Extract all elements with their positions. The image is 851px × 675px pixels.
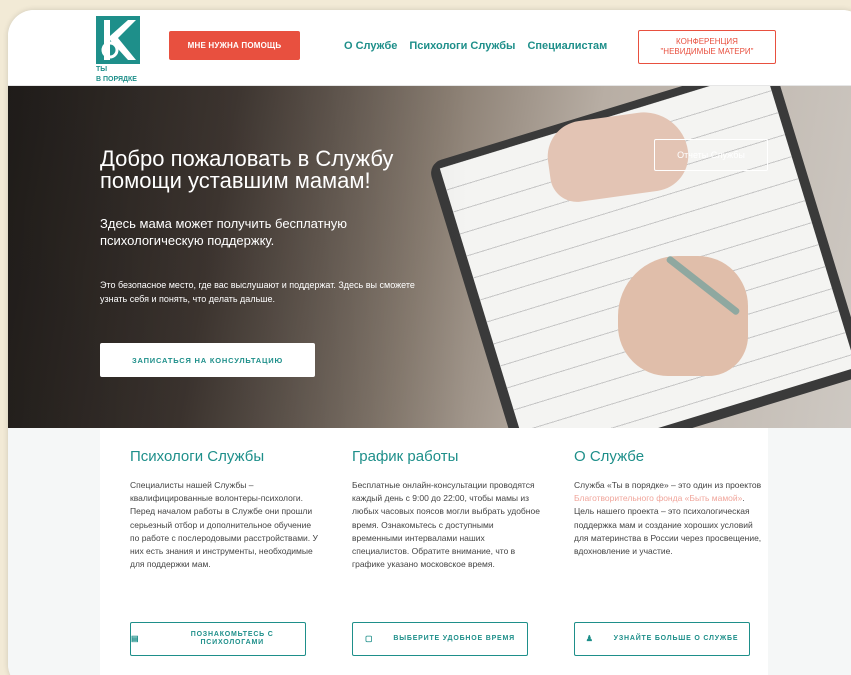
logo[interactable]: ТЫ В ПОРЯДКЕ [96,16,144,84]
conference-button[interactable]: КОНФЕРЕНЦИЯ "НЕВИДИМЫЕ МАТЕРИ" [638,30,776,64]
choose-time-button[interactable]: ▢ ВЫБЕРИТЕ УДОБНОЕ ВРЕМЯ [352,622,528,656]
hero-title: Добро пожаловать в Службу помощи уставши… [100,146,394,193]
nav-item-psychologists[interactable]: Психологи Службы [409,40,515,52]
hero-subtitle: Здесь мама может получить бесплатную пси… [100,216,348,248]
site-header: ТЫ В ПОРЯДКЕ МНЕ НУЖНА ПОМОЩЬ О Службе П… [8,10,851,86]
info-section: Психологи Службы Специалисты нашей Служб… [8,428,851,675]
need-help-button[interactable]: МНЕ НУЖНА ПОМОЩЬ [169,31,300,60]
column-text: Специалисты нашей Службы – квалифицирова… [130,480,318,570]
browser-frame: ТЫ В ПОРЯДКЕ МНЕ НУЖНА ПОМОЩЬ О Службе П… [8,10,851,675]
column-text: Служба «Ты в порядке» – это один из прое… [574,479,764,558]
meet-psychologists-button[interactable]: ▤ ПОЗНАКОМЬТЕСЬ С ПСИХОЛОГАМИ [130,622,306,656]
foundation-link[interactable]: Благотворительного фонда «Быть мамой» [574,493,742,503]
button-label: ПОЗНАКОМЬТЕСЬ С ПСИХОЛОГАМИ [190,631,274,646]
conference-line-2: "НЕВИДИМЫЕ МАТЕРИ" [660,47,754,56]
column-title: График работы [352,448,459,465]
logo-text-top: ТЫ [96,66,108,73]
column-psychologists: Психологи Службы Специалисты нашей Служб… [130,448,320,571]
about-text-start: Служба «Ты в порядке» – это один из прое… [574,480,762,490]
service-reports-button[interactable]: Отчеты Службы [654,139,768,171]
column-about: О Службе Служба «Ты в порядке» – это оди… [574,448,764,558]
book-consultation-button[interactable]: ЗАПИСАТЬСЯ НА КОНСУЛЬТАЦИЮ [100,343,315,377]
column-title: Психологи Службы [130,448,265,465]
hero-text: Это безопасное место, где вас выслушают … [100,280,415,304]
button-label: УЗНАЙТЕ БОЛЬШЕ О СЛУЖБЕ [613,635,739,642]
hero-banner: Добро пожаловать в Службу помощи уставши… [8,86,851,428]
nav-item-specialists[interactable]: Специалистам [527,40,607,52]
conference-line-1: КОНФЕРЕНЦИЯ [676,37,738,46]
main-nav: О Службе Психологи Службы Специалистам [344,40,607,52]
column-title: О Службе [574,448,645,465]
nav-item-about[interactable]: О Службе [344,40,397,52]
logo-text-bottom: В ПОРЯДКЕ [96,76,137,83]
logo-mark-icon [96,16,140,64]
column-schedule: График работы Бесплатные онлайн-консульт… [352,448,542,571]
column-text: Бесплатные онлайн-консультации проводятс… [352,480,540,570]
info-columns: Психологи Службы Специалисты нашей Служб… [100,428,768,675]
learn-more-button[interactable]: ♟ УЗНАЙТЕ БОЛЬШЕ О СЛУЖБЕ [574,622,750,656]
bell-icon: ♟ [585,634,594,643]
id-card-icon: ▤ [131,634,140,643]
calendar-icon: ▢ [365,634,374,643]
button-label: ВЫБЕРИТЕ УДОБНОЕ ВРЕМЯ [393,635,515,642]
